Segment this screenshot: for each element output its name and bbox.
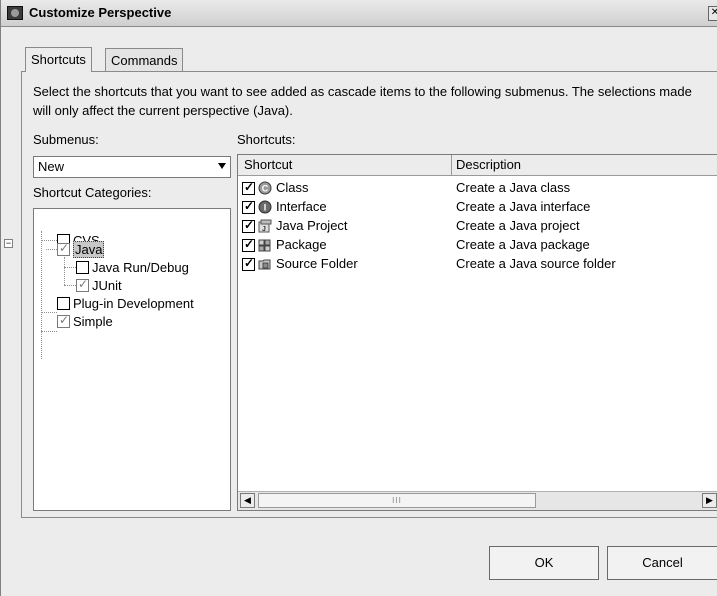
column-header-shortcut[interactable]: Shortcut <box>244 157 292 172</box>
shortcut-description: Create a Java interface <box>456 199 591 214</box>
table-row[interactable]: I Interface Create a Java interface <box>238 198 717 217</box>
window-title: Customize Perspective <box>29 5 172 20</box>
tree-guide-line <box>46 249 57 250</box>
source-folder-icon <box>258 259 271 270</box>
shortcuts-label: Shortcuts: <box>237 132 296 147</box>
title-bar[interactable]: Customize Perspective ✕ <box>1 0 717 27</box>
tree-guide-line <box>41 331 57 332</box>
categories-tree[interactable]: CVS Java Java Run/Debug JUnit Plug-in De… <box>33 208 231 511</box>
shortcut-name: Interface <box>276 199 327 214</box>
shortcuts-table[interactable]: Shortcut Description C Class Create a Ja… <box>237 154 717 511</box>
eclipse-icon <box>7 6 23 20</box>
tab-shortcuts[interactable]: Shortcuts <box>25 47 92 72</box>
tree-item-label: Java <box>73 240 105 258</box>
column-divider[interactable] <box>451 155 452 175</box>
interface-icon: I <box>258 200 272 214</box>
instructions-text: Select the shortcuts that you want to se… <box>33 84 692 118</box>
tree-guide-line <box>64 257 65 285</box>
junit-checkbox[interactable] <box>76 277 89 292</box>
tree-item-label: JUnit <box>92 277 122 293</box>
table-row[interactable]: Package Create a Java package <box>238 236 717 255</box>
tree-item-label: Plug-in Development <box>73 295 194 311</box>
cancel-button[interactable]: Cancel <box>607 546 717 580</box>
tree-guide-line <box>41 240 57 241</box>
tab-commands[interactable]: Commands <box>105 48 184 72</box>
shortcut-description: Create a Java source folder <box>456 256 616 271</box>
scrollbar-thumb[interactable]: III <box>258 493 536 508</box>
customize-perspective-dialog: Customize Perspective ✕ Shortcuts Comman… <box>0 0 717 596</box>
shortcut-name: Package <box>276 237 327 252</box>
svg-text:I: I <box>264 203 267 213</box>
row-checkbox[interactable] <box>242 218 255 233</box>
shortcut-name: Source Folder <box>276 256 358 271</box>
submenus-selected-value: New <box>38 159 65 174</box>
table-row[interactable]: J Java Project Create a Java project <box>238 217 717 236</box>
scroll-left-icon[interactable]: ◀ <box>240 493 255 508</box>
row-checkbox[interactable] <box>242 237 255 252</box>
shortcut-description: Create a Java package <box>456 237 590 252</box>
tree-item-java-run-debug[interactable]: Java Run/Debug <box>76 258 189 276</box>
row-checkbox[interactable] <box>242 256 255 271</box>
table-header: Shortcut Description <box>238 155 717 176</box>
svg-text:J: J <box>262 226 266 233</box>
java-checkbox[interactable] <box>57 241 70 256</box>
tree-item-label: Java Run/Debug <box>92 259 189 275</box>
row-checkbox[interactable] <box>242 199 255 214</box>
row-checkbox[interactable] <box>242 180 255 195</box>
shortcut-name: Java Project <box>276 218 348 233</box>
horizontal-scrollbar[interactable]: ◀ III ▶ <box>238 491 717 510</box>
categories-label: Shortcut Categories: <box>33 185 152 200</box>
tree-guide-line <box>41 312 57 313</box>
tree-item-java[interactable]: Java <box>57 240 105 258</box>
package-icon <box>258 239 271 252</box>
scroll-right-icon[interactable]: ▶ <box>702 493 717 508</box>
tree-item-junit[interactable]: JUnit <box>76 276 122 294</box>
close-icon[interactable]: ✕ <box>708 6 717 21</box>
tree-item-simple[interactable]: Simple <box>57 312 113 330</box>
tree-item-label: Simple <box>73 313 113 329</box>
tree-guide-line <box>64 267 76 268</box>
simple-checkbox[interactable] <box>57 313 70 328</box>
tree-guide-line <box>64 285 76 286</box>
shortcut-description: Create a Java project <box>456 218 580 233</box>
java-project-icon: J <box>258 219 272 233</box>
plugin-development-checkbox[interactable] <box>57 296 70 310</box>
table-row[interactable]: Source Folder Create a Java source folde… <box>238 255 717 274</box>
ok-button[interactable]: OK <box>489 546 599 580</box>
tree-item-plugin-development[interactable]: Plug-in Development <box>57 294 194 312</box>
svg-text:C: C <box>262 184 269 194</box>
submenus-dropdown[interactable]: New <box>33 156 231 178</box>
class-icon: C <box>258 181 272 195</box>
chevron-down-icon[interactable] <box>218 163 226 169</box>
table-row[interactable]: C Class Create a Java class <box>238 179 717 198</box>
collapse-icon[interactable]: − <box>4 239 13 248</box>
shortcut-description: Create a Java class <box>456 180 571 195</box>
tree-guide-line <box>41 231 42 359</box>
submenus-label: Submenus: <box>33 132 99 147</box>
column-header-description[interactable]: Description <box>456 157 521 172</box>
shortcut-name: Class <box>276 180 309 195</box>
java-run-debug-checkbox[interactable] <box>76 260 89 274</box>
